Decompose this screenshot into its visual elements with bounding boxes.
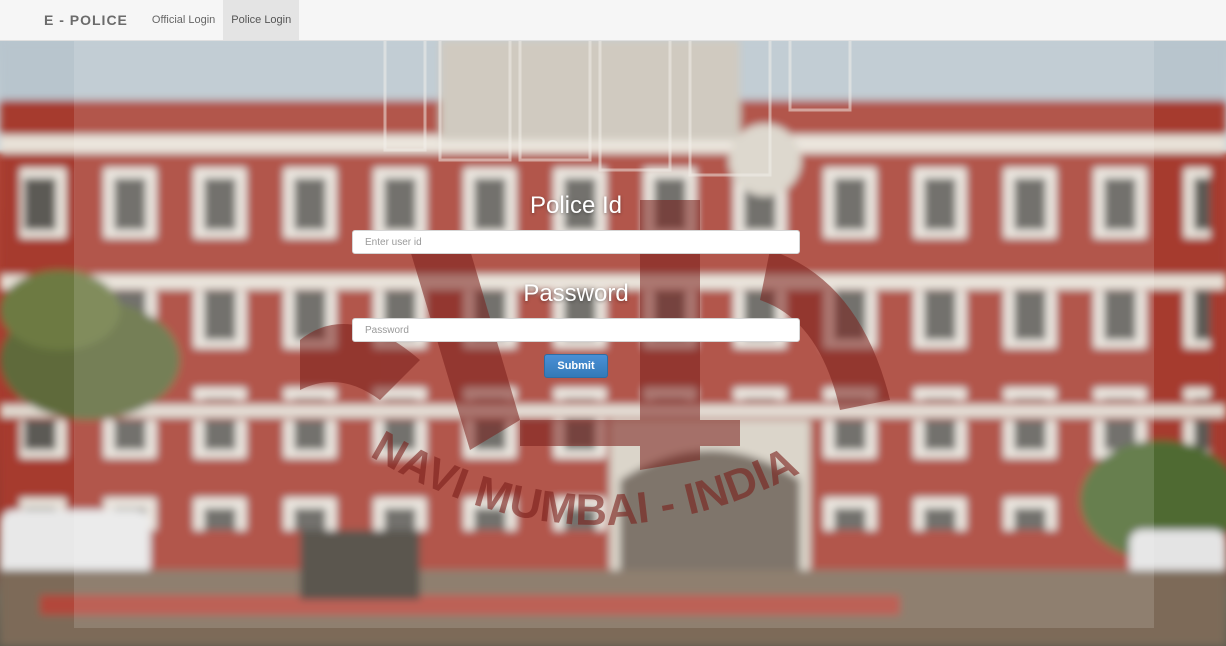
top-navbar: E - POLICE Official Login Police Login [0, 0, 1226, 41]
password-label: Password [523, 280, 629, 307]
nav-link-official-login[interactable]: Official Login [144, 0, 223, 40]
submit-wrap: Submit [352, 354, 800, 378]
police-id-input[interactable] [352, 230, 800, 254]
brand-logo-text[interactable]: E - POLICE [44, 12, 128, 28]
police-id-label: Police Id [529, 192, 623, 219]
nav-link-police-login[interactable]: Police Login [223, 0, 300, 40]
password-input[interactable] [352, 318, 800, 342]
submit-button[interactable]: Submit [544, 354, 608, 378]
police-login-form: Police Id Password Submit [352, 190, 800, 378]
nav-links: Official Login Police Login [144, 0, 300, 40]
